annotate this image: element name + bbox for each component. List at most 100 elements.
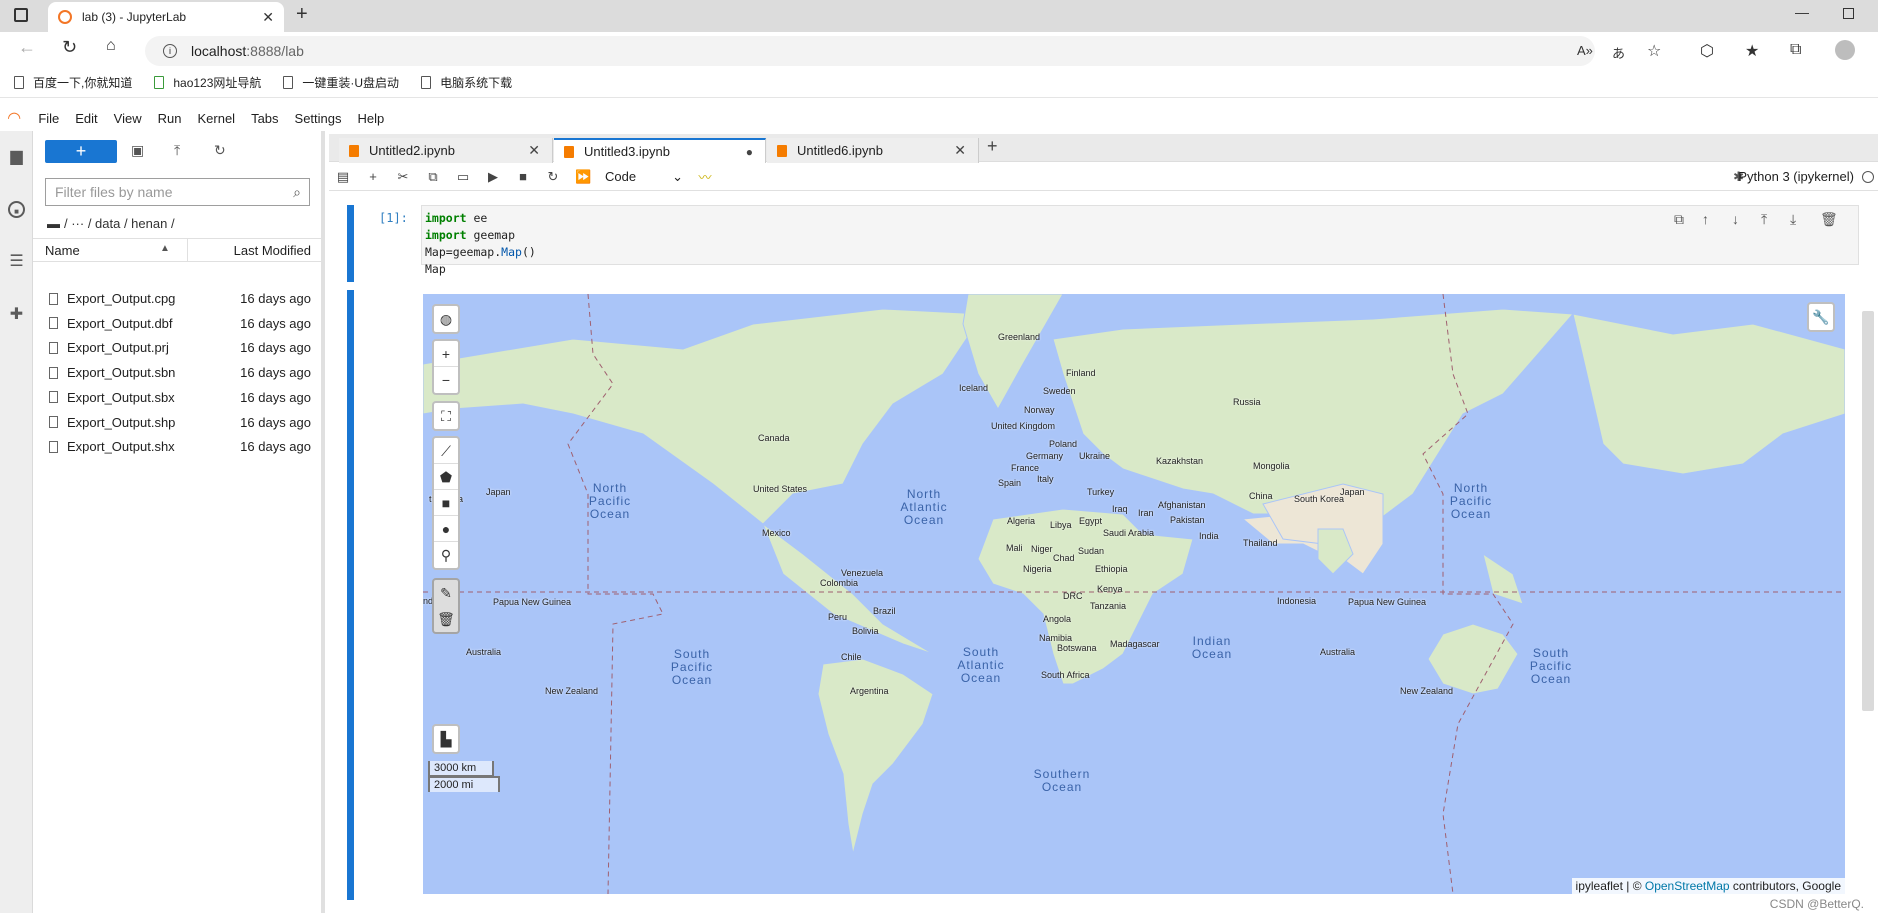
upload-icon[interactable]: ⤒	[174, 142, 180, 159]
code-editor[interactable]: import ee import geemap Map=geemap.Map()…	[421, 205, 1859, 276]
copy-icon[interactable]: ⧉	[425, 169, 441, 185]
menu-file[interactable]: File	[38, 111, 59, 126]
sort-up-icon[interactable]: ▲	[160, 243, 170, 254]
file-row[interactable]: Export_Output.sbn 16 days ago	[33, 360, 325, 385]
wrench-icon[interactable]: 🔧	[1809, 304, 1833, 330]
refresh-files-icon[interactable]: ↻	[214, 142, 226, 159]
new-folder-icon[interactable]: ▣	[131, 142, 144, 159]
home-icon[interactable]: ⌂	[106, 37, 116, 55]
run-all-icon[interactable]: ⏩	[575, 169, 591, 185]
read-aloud-icon[interactable]: A»	[1577, 43, 1593, 58]
info-icon[interactable]: i	[163, 44, 177, 58]
git-diff-icon[interactable]: 〰	[697, 167, 713, 186]
extensions-puzzle-icon[interactable]: ✚	[8, 306, 25, 323]
bookmark-item[interactable]: 电脑系统下载	[421, 74, 512, 91]
menu-settings[interactable]: Settings	[295, 111, 342, 126]
close-icon[interactable]: ✕	[528, 142, 540, 159]
column-name[interactable]: Name	[45, 243, 80, 258]
country-label-bolivia: Bolivia	[852, 626, 879, 636]
move-down-icon[interactable]: ↓	[1732, 211, 1739, 227]
new-tab-icon[interactable]: +	[296, 3, 308, 26]
menu-edit[interactable]: Edit	[75, 111, 97, 126]
insert-cell-icon[interactable]: +	[365, 169, 381, 184]
favorite-icon[interactable]: ☆	[1647, 41, 1661, 61]
duplicate-cell-icon[interactable]: ⧉	[1674, 211, 1684, 228]
new-launcher-button[interactable]: +	[45, 140, 117, 163]
back-icon[interactable]: ←	[18, 37, 36, 58]
toc-icon[interactable]: ☰	[8, 253, 25, 270]
menu-tabs[interactable]: Tabs	[251, 111, 278, 126]
move-up-icon[interactable]: ↑	[1702, 211, 1709, 227]
zoom-in-button[interactable]: +	[434, 341, 458, 367]
file-row[interactable]: Export_Output.prj 16 days ago	[33, 335, 325, 360]
restart-icon[interactable]: ↻	[545, 169, 561, 185]
close-icon[interactable]: ✕	[954, 142, 966, 159]
close-tab-icon[interactable]: ✕	[262, 9, 274, 26]
save-icon[interactable]: ▤	[335, 169, 351, 185]
country-label-iceland: Iceland	[959, 383, 989, 393]
leaflet-map[interactable]: Greenland Iceland Finland Sweden Norway Russi…	[423, 294, 1845, 894]
breadcrumb[interactable]: ▬ / ··· / data / henan /	[47, 216, 175, 231]
file-row[interactable]: Export_Output.sbx 16 days ago	[33, 385, 325, 410]
add-tab-icon[interactable]: +	[987, 136, 998, 157]
tab-actions-icon[interactable]	[14, 8, 28, 22]
paste-icon[interactable]: ▭	[455, 169, 471, 185]
delete-cell-icon[interactable]: 🗑	[1820, 211, 1838, 228]
menu-run[interactable]: Run	[158, 111, 182, 126]
tab-untitled6[interactable]: Untitled6.ipynb ✕	[767, 138, 979, 163]
draw-circle-icon[interactable]: ●	[434, 516, 458, 542]
stop-icon[interactable]: ■	[515, 169, 531, 184]
output-collapser[interactable]	[347, 290, 354, 900]
zoom-out-button[interactable]: −	[434, 367, 458, 393]
menu-kernel[interactable]: Kernel	[197, 111, 235, 126]
edit-layers-icon[interactable]: ✎	[434, 580, 458, 606]
unsaved-dot-icon[interactable]: ●	[746, 145, 753, 159]
delete-layers-icon[interactable]: 🗑	[434, 606, 458, 632]
bookmark-item[interactable]: 一键重装·U盘启动	[283, 74, 399, 91]
cell-type-select[interactable]: Code ⌄	[605, 169, 683, 185]
run-icon[interactable]: ▶	[485, 169, 501, 185]
browser-tab[interactable]: lab (3) - JupyterLab ✕	[48, 2, 284, 32]
tab-untitled3[interactable]: Untitled3.ipynb ●	[554, 138, 766, 163]
insert-above-icon[interactable]: ⤒	[1761, 211, 1767, 228]
insert-below-icon[interactable]: ⤓	[1790, 211, 1796, 228]
measure-icon[interactable]: ▙	[434, 726, 458, 752]
file-row[interactable]: Export_Output.dbf 16 days ago	[33, 311, 325, 336]
profile-avatar[interactable]	[1835, 40, 1855, 60]
minimize-icon[interactable]: —	[1795, 4, 1809, 20]
file-row[interactable]: Export_Output.shp 16 days ago	[33, 410, 325, 435]
scrollbar-thumb[interactable]	[1862, 311, 1874, 711]
cell-collapser[interactable]	[347, 205, 354, 282]
cut-icon[interactable]: ✂	[395, 169, 411, 185]
fullscreen-icon[interactable]: ⛶	[434, 403, 458, 429]
file-row[interactable]: Export_Output.cpg 16 days ago	[33, 286, 325, 311]
url-field[interactable]: i localhost:8888/lab	[145, 36, 1595, 66]
menu-help[interactable]: Help	[358, 111, 385, 126]
osm-link[interactable]: OpenStreetMap	[1645, 879, 1730, 893]
extensions-icon[interactable]: ⬡	[1700, 41, 1714, 61]
bookmark-item[interactable]: 百度一下,你就知道	[14, 74, 132, 91]
translate-icon[interactable]: あ	[1612, 43, 1625, 62]
draw-polygon-icon[interactable]: ⬟	[434, 464, 458, 490]
globe-control[interactable]: ◍	[432, 304, 460, 334]
draw-marker-icon[interactable]: ⚲	[434, 542, 458, 568]
tab-untitled2[interactable]: Untitled2.ipynb ✕	[339, 138, 553, 163]
favorites-bar-icon[interactable]: ★	[1745, 41, 1759, 61]
browser-tab-strip: lab (3) - JupyterLab ✕ + —	[0, 0, 1878, 32]
draw-rectangle-icon[interactable]: ■	[434, 490, 458, 516]
file-filter-input[interactable]: Filter files by name ⌕	[45, 178, 310, 206]
bookmark-item[interactable]: hao123网址导航	[154, 74, 261, 91]
country-label-us: United States	[753, 484, 808, 494]
folder-icon[interactable]: ▆	[8, 148, 25, 165]
column-last-modified[interactable]: Last Modified	[234, 243, 311, 258]
globe-icon[interactable]: ◍	[434, 306, 458, 332]
menu-view[interactable]: View	[114, 111, 142, 126]
refresh-icon[interactable]: ↻	[62, 37, 77, 58]
file-row[interactable]: Export_Output.shx 16 days ago	[33, 434, 325, 459]
draw-polyline-icon[interactable]: ⟋	[434, 438, 458, 464]
kernel-name[interactable]: Python 3 (ipykernel)	[1738, 169, 1854, 184]
collections-icon[interactable]: ⧉	[1790, 41, 1801, 59]
running-kernels-icon[interactable]: ■	[8, 201, 25, 218]
land-shapes	[423, 294, 1845, 855]
restore-icon[interactable]	[1843, 8, 1854, 19]
